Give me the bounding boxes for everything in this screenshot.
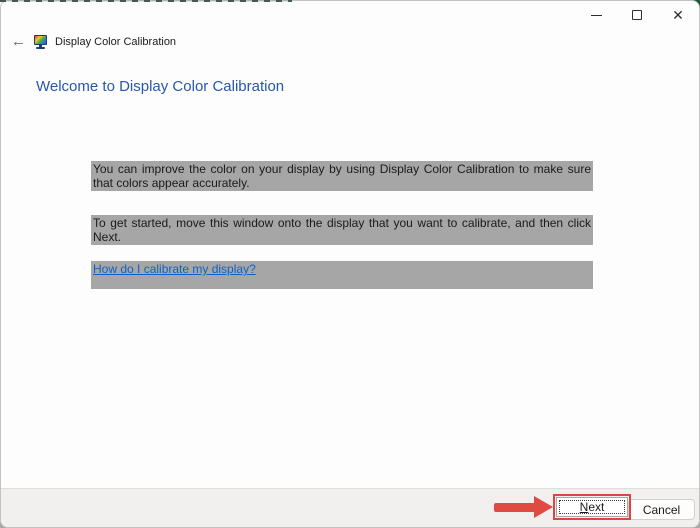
back-button[interactable]: ← bbox=[11, 34, 33, 50]
maximize-button[interactable] bbox=[631, 8, 643, 22]
instructions-paragraph-highlighted: To get started, move this window onto th… bbox=[91, 215, 593, 245]
window-title: Display Color Calibration bbox=[55, 36, 177, 48]
window-controls: ✕ bbox=[590, 8, 684, 22]
intro-paragraph-highlighted: You can improve the color on your displa… bbox=[91, 161, 593, 191]
cancel-button[interactable]: Cancel bbox=[628, 499, 695, 520]
next-button[interactable]: Next bbox=[556, 497, 628, 517]
titlebar: ✕ bbox=[1, 1, 699, 31]
next-label-rest: ext bbox=[588, 500, 605, 514]
annotation-arrow-icon bbox=[534, 496, 553, 518]
screenshot-stage: ✕ ← Display Color Calibration Welcome to… bbox=[0, 0, 700, 528]
display-color-calibration-window: ✕ ← Display Color Calibration Welcome to… bbox=[0, 0, 700, 528]
annotation-red-box: Next bbox=[553, 494, 631, 520]
annotation-arrow-tail bbox=[494, 503, 535, 512]
screenshot-edge-artifact bbox=[0, 0, 292, 2]
close-icon: ✕ bbox=[672, 7, 684, 23]
display-calibration-icon bbox=[33, 35, 48, 49]
close-button[interactable]: ✕ bbox=[672, 8, 684, 22]
next-access-key: N bbox=[579, 500, 589, 514]
page-title: Welcome to Display Color Calibration bbox=[36, 78, 285, 95]
minimize-button[interactable] bbox=[590, 8, 602, 22]
help-link-highlighted-block: How do I calibrate my display? bbox=[91, 261, 593, 289]
minimize-icon bbox=[590, 14, 602, 16]
wizard-header: ← Display Color Calibration bbox=[11, 33, 176, 51]
maximize-icon bbox=[632, 10, 642, 20]
calibrate-help-link[interactable]: How do I calibrate my display? bbox=[93, 262, 256, 276]
